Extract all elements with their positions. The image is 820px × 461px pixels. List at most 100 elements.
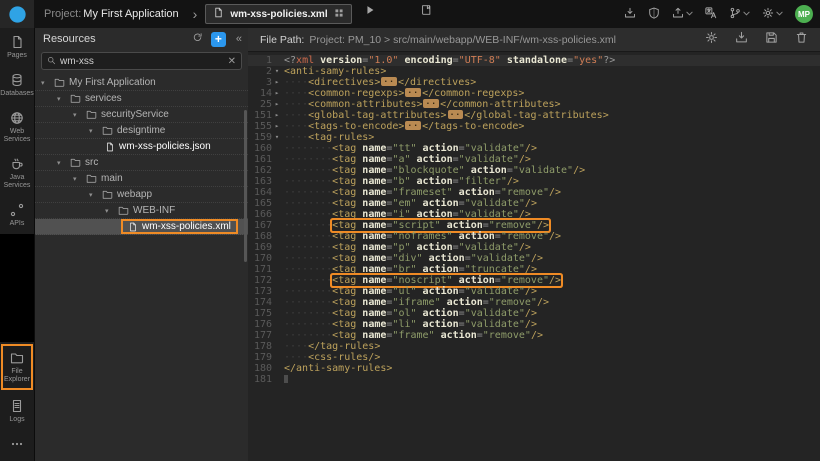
tree-folder-my first application[interactable]: ▾My First Application	[35, 75, 248, 91]
rail-item-file-explorer[interactable]: FileExplorer	[1, 344, 33, 390]
code-line-179[interactable]: 179····<css-rules/>	[248, 352, 820, 363]
rail-item-databases[interactable]: Databases	[0, 66, 34, 104]
refresh-button[interactable]	[192, 30, 203, 48]
code-line-164[interactable]: 164········<tag name="frameset" action="…	[248, 187, 820, 198]
tab-file-icon	[213, 7, 224, 18]
code-line-174[interactable]: 174········<tag name="iframe" action="re…	[248, 297, 820, 308]
caret-down-icon[interactable]: ▾	[57, 95, 66, 103]
caret-down-icon[interactable]: ▾	[89, 191, 98, 199]
tree-file-wm-xss-policies.json[interactable]: wm-xss-policies.json	[35, 139, 248, 155]
code-line-160[interactable]: 160········<tag name="tt" action="valida…	[248, 143, 820, 154]
tree-file-wm-xss-policies.xml[interactable]: wm-xss-policies.xml	[35, 219, 248, 235]
preview-button[interactable]	[364, 3, 376, 18]
save-button[interactable]	[765, 31, 778, 49]
tree-item-label: services	[85, 93, 122, 104]
fold-toggle-icon[interactable]: ▸	[272, 121, 282, 132]
code-line-177[interactable]: 177········<tag name="frame" action="rem…	[248, 330, 820, 341]
code-line-165[interactable]: 165········<tag name="em" action="valida…	[248, 198, 820, 209]
folded-code-marker[interactable]: ··	[381, 77, 397, 86]
code-line-170[interactable]: 170········<tag name="div" action="valid…	[248, 253, 820, 264]
code-line-167[interactable]: 167········<tag name="script" action="re…	[248, 220, 820, 231]
artifacts-button[interactable]	[624, 7, 636, 22]
code-line-171[interactable]: 171········<tag name="br" action="trunca…	[248, 264, 820, 275]
code-line-1[interactable]: 1<?xml version="1.0" encoding="UTF-8" st…	[248, 55, 820, 66]
folded-code-marker[interactable]: ··	[405, 121, 421, 130]
fold-toggle-icon[interactable]: ▾	[272, 66, 282, 77]
tree-folder-designtime[interactable]: ▾designtime	[35, 123, 248, 139]
fold-toggle-icon[interactable]: ▸	[272, 99, 282, 110]
rail-item-more-options[interactable]	[0, 430, 34, 457]
code-line-178[interactable]: 178····</tag-rules>	[248, 341, 820, 352]
line-number: 14	[248, 88, 272, 99]
code-line-175[interactable]: 175········<tag name="ol" action="valida…	[248, 308, 820, 319]
code-line-172[interactable]: 172········<tag name="noscript" action="…	[248, 275, 820, 286]
caret-down-icon[interactable]: ▾	[105, 207, 114, 215]
tree-folder-webapp[interactable]: ▾webapp	[35, 187, 248, 203]
code-line-2[interactable]: 2▾<anti-samy-rules>	[248, 66, 820, 77]
folder-icon	[86, 109, 97, 120]
caret-down-icon[interactable]: ▾	[73, 111, 82, 119]
line-number: 175	[248, 308, 272, 319]
fold-toggle-icon	[272, 209, 282, 220]
code-line-173[interactable]: 173········<tag name="ul" action="valida…	[248, 286, 820, 297]
code-line-14[interactable]: 14▸····<common-regexps>··</common-regexp…	[248, 88, 820, 99]
collapse-panel-icon[interactable]: «	[234, 33, 244, 45]
fold-toggle-icon[interactable]: ▸	[272, 110, 282, 121]
fold-toggle-icon[interactable]: ▸	[272, 88, 282, 99]
security-button[interactable]	[648, 7, 660, 22]
caret-down-icon[interactable]: ▾	[73, 175, 82, 183]
code-line-181[interactable]: 181	[248, 374, 820, 385]
resource-search[interactable]: wm-xss ✕	[41, 52, 242, 70]
code-line-162[interactable]: 162········<tag name="blockquote" action…	[248, 165, 820, 176]
add-resource-button[interactable]: +	[211, 32, 226, 47]
code-line-168[interactable]: 168········<tag name="noframes" action="…	[248, 231, 820, 242]
code-line-151[interactable]: 151▸····<global-tag-attributes>··</globa…	[248, 110, 820, 121]
clear-search-icon[interactable]: ✕	[228, 56, 236, 67]
tree-folder-web-inf[interactable]: ▾WEB-INF	[35, 203, 248, 219]
code-line-159[interactable]: 159▾····<tag-rules>	[248, 132, 820, 143]
settings-button[interactable]	[762, 7, 783, 22]
settings-button[interactable]	[705, 31, 718, 49]
tree-folder-main[interactable]: ▾main	[35, 171, 248, 187]
fold-toggle-icon[interactable]: ▸	[272, 77, 282, 88]
rail-item-pages[interactable]: Pages	[0, 28, 34, 66]
app-logo[interactable]	[0, 0, 34, 28]
tree-folder-securityservice[interactable]: ▾securityService	[35, 107, 248, 123]
rail-item-apis[interactable]: APIs	[0, 196, 34, 234]
caret-down-icon[interactable]: ▾	[89, 127, 98, 135]
code-line-25[interactable]: 25▸····<common-attributes>··</common-att…	[248, 99, 820, 110]
caret-down-icon[interactable]: ▾	[41, 79, 50, 87]
tree-scrollbar[interactable]	[244, 110, 247, 262]
tree-folder-src[interactable]: ▾src	[35, 155, 248, 171]
avatar[interactable]: MP	[795, 5, 813, 23]
code-line-176[interactable]: 176········<tag name="li" action="valida…	[248, 319, 820, 330]
delete-button[interactable]	[795, 31, 808, 49]
export-button[interactable]	[672, 7, 693, 22]
rail-item-logs[interactable]: Logs	[0, 392, 34, 430]
folded-code-marker[interactable]: ··	[448, 110, 464, 119]
open-file-tab[interactable]: wm-xss-policies.xml	[205, 4, 351, 24]
tutorials-button[interactable]	[420, 3, 432, 18]
rail-item-java-services[interactable]: JavaServices	[0, 150, 34, 196]
line-number: 171	[248, 264, 272, 275]
fold-toggle-icon[interactable]: ▾	[272, 132, 282, 143]
folded-code-marker[interactable]: ··	[423, 99, 439, 108]
code-line-155[interactable]: 155▸····<tags-to-encode>··</tags-to-enco…	[248, 121, 820, 132]
search-input[interactable]: wm-xss	[60, 56, 224, 67]
code-line-180[interactable]: 180</anti-samy-rules>	[248, 363, 820, 374]
grid-icon[interactable]	[334, 5, 344, 23]
code-editor[interactable]: 1<?xml version="1.0" encoding="UTF-8" st…	[248, 52, 820, 385]
vcs-button[interactable]	[729, 7, 750, 22]
code-line-163[interactable]: 163········<tag name="b" action="filter"…	[248, 176, 820, 187]
code-line-161[interactable]: 161········<tag name="a" action="validat…	[248, 154, 820, 165]
code-line-166[interactable]: 166········<tag name="i" action="validat…	[248, 209, 820, 220]
tree-folder-services[interactable]: ▾ services	[35, 91, 248, 107]
folded-code-marker[interactable]: ··	[405, 88, 421, 97]
code-line-3[interactable]: 3▸····<directives>··</directives>	[248, 77, 820, 88]
tray-up-icon	[672, 7, 684, 19]
caret-down-icon[interactable]: ▾	[57, 159, 66, 167]
code-line-169[interactable]: 169········<tag name="p" action="validat…	[248, 242, 820, 253]
rail-item-web-services[interactable]: WebServices	[0, 104, 34, 150]
download-button[interactable]	[735, 31, 748, 49]
i18n-button[interactable]	[705, 7, 717, 22]
